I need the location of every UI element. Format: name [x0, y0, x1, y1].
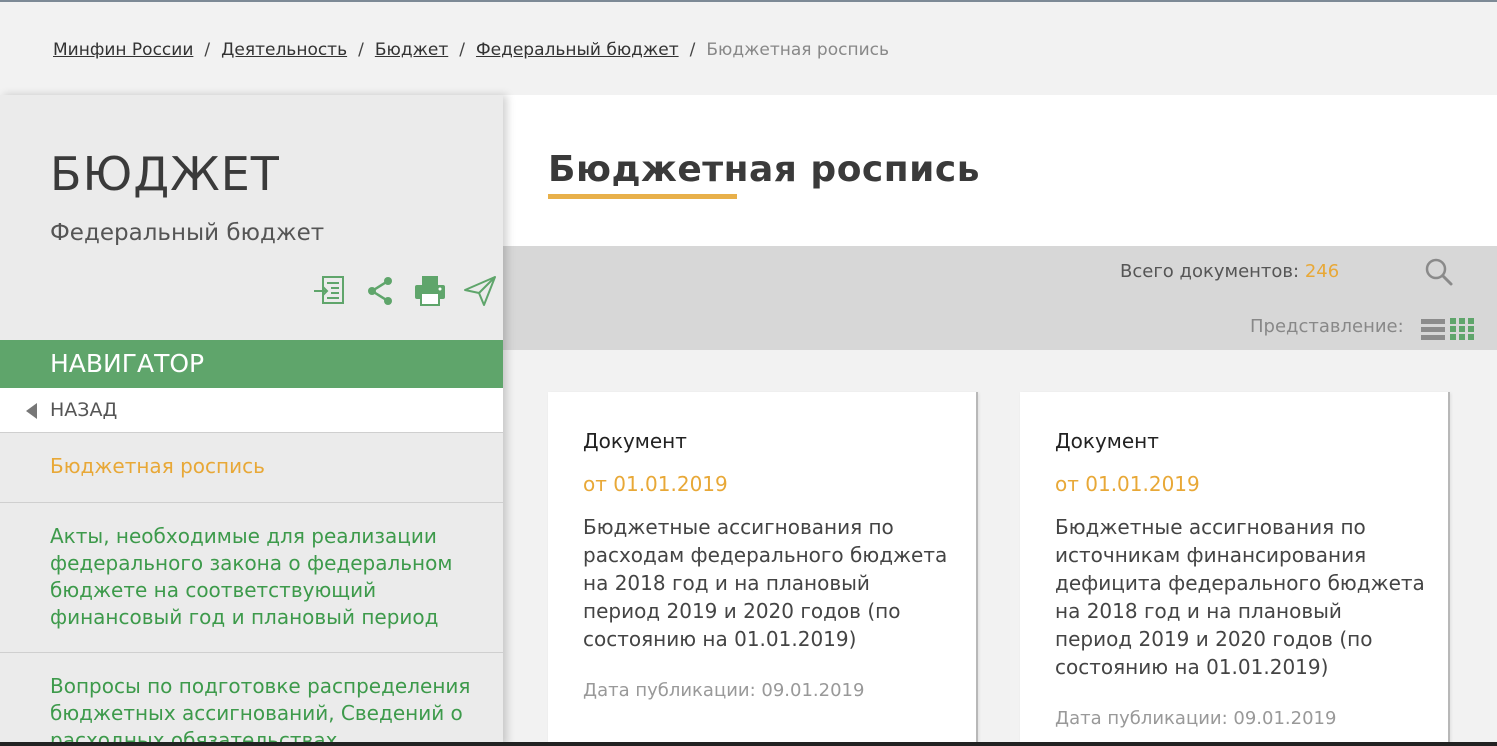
card-description[interactable]: Бюджетные ассигнования по расходам федер… [583, 513, 953, 653]
card-type: Документ [583, 429, 687, 453]
breadcrumb-separator: / [204, 40, 211, 60]
grid-view-icon[interactable] [1449, 316, 1475, 342]
sidebar: БЮДЖЕТ Федеральный бюджет НАВИГАТОР НАЗА… [0, 95, 503, 746]
arrow-left-icon [26, 403, 37, 419]
print-icon[interactable] [412, 273, 448, 309]
send-icon[interactable] [462, 273, 498, 309]
card-description[interactable]: Бюджетные ассигнования по источникам фин… [1055, 513, 1425, 681]
total-label: Всего документов: [1120, 261, 1300, 282]
card-date: от 01.01.2019 [1055, 472, 1200, 496]
card-published: Дата публикации: 09.01.2019 [1055, 708, 1337, 729]
breadcrumb-current: Бюджетная роспись [706, 40, 889, 60]
documents-toolbar: Всего документов: 246 Представление: [503, 246, 1497, 350]
main-header: Бюджетная роспись [503, 95, 1497, 246]
document-card[interactable]: Документ от 01.01.2019 Бюджетные ассигно… [548, 392, 978, 746]
breadcrumb: Минфин России / Деятельность / Бюджет / Федера… [53, 40, 889, 60]
view-label: Представление: [1250, 316, 1404, 337]
bottom-border [0, 742, 1497, 746]
breadcrumb-link-federal-budget[interactable]: Федеральный бюджет [476, 40, 679, 60]
breadcrumb-separator: / [358, 40, 364, 60]
breadcrumb-separator: / [689, 40, 696, 60]
top-border [0, 0, 1497, 2]
back-label: НАЗАД [50, 399, 118, 421]
list-view-icon[interactable] [1420, 316, 1446, 342]
sidebar-item-budget-schedule[interactable]: Бюджетная роспись [0, 433, 503, 503]
total-documents: Всего документов: 246 [1120, 261, 1339, 282]
breadcrumb-link-budget[interactable]: Бюджет [375, 40, 448, 60]
page-title: Бюджетная роспись [548, 149, 980, 190]
breadcrumb-link-activity[interactable]: Деятельность [221, 40, 347, 60]
back-link[interactable]: НАЗАД [0, 388, 503, 433]
card-published: Дата публикации: 09.01.2019 [583, 680, 865, 701]
export-icon[interactable] [312, 273, 348, 309]
sidebar-item-label: Акты, необходимые для реализации федерал… [50, 524, 453, 629]
breadcrumb-link-minfin[interactable]: Минфин России [53, 40, 193, 60]
share-icon[interactable] [362, 273, 398, 309]
document-card[interactable]: Документ от 01.01.2019 Бюджетные ассигно… [1020, 392, 1450, 746]
sidebar-item-label: Вопросы по подготовке распределения бюдж… [50, 674, 471, 746]
title-underline [548, 194, 737, 199]
sidebar-item-acts[interactable]: Акты, необходимые для реализации федерал… [0, 503, 503, 653]
sidebar-item-label: Бюджетная роспись [50, 454, 265, 478]
breadcrumb-separator: / [459, 40, 465, 60]
sidebar-actions [312, 273, 498, 309]
sidebar-title: БЮДЖЕТ [50, 147, 280, 201]
card-date: от 01.01.2019 [583, 472, 728, 496]
search-icon[interactable] [1423, 256, 1455, 288]
navigator-header: НАВИГАТОР [0, 340, 503, 388]
sidebar-item-questions[interactable]: Вопросы по подготовке распределения бюдж… [0, 653, 503, 746]
card-type: Документ [1055, 429, 1159, 453]
total-count: 246 [1304, 261, 1340, 282]
sidebar-subtitle: Федеральный бюджет [50, 220, 325, 246]
